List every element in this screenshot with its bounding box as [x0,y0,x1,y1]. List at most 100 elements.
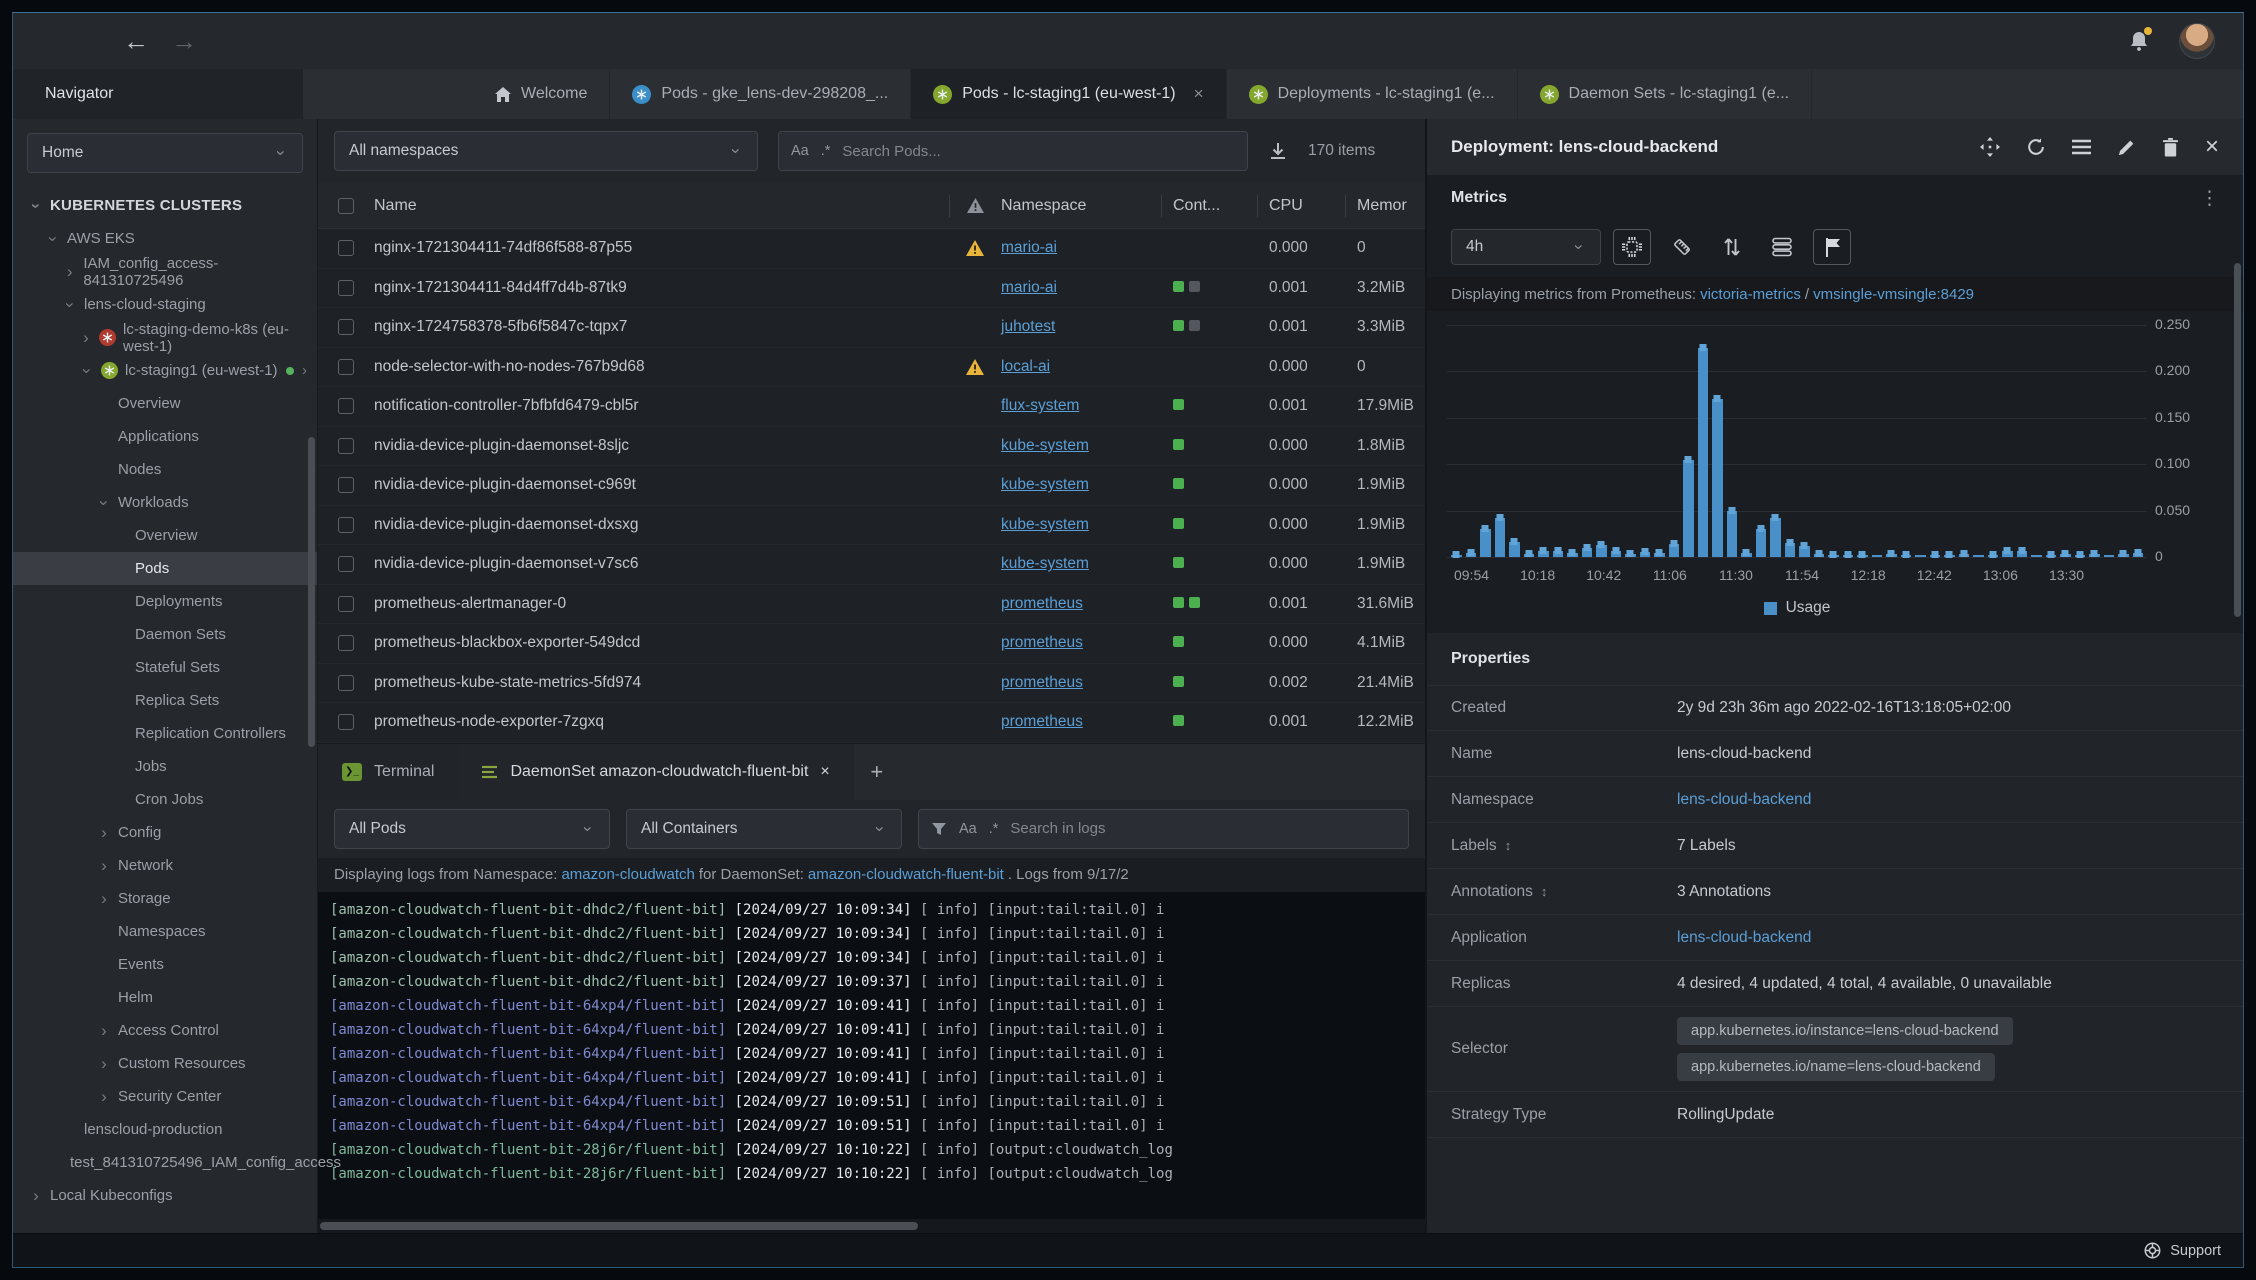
chart-bar[interactable] [1842,325,1853,558]
namespace-link[interactable]: kube-system [1001,516,1089,533]
namespace-link[interactable]: amazon-cloudwatch [561,866,694,883]
sidebar-item-namespaces[interactable]: Namespaces [13,915,317,948]
chart-legend[interactable]: Usage [1447,589,2147,627]
namespace-link[interactable]: prometheus [1001,634,1083,651]
prometheus-link[interactable]: victoria-metrics [1700,286,1801,303]
navigator-tab[interactable]: Navigator [13,69,303,119]
chart-bar[interactable] [1494,325,1505,557]
sidebar-item-lc-staging1-eu-west-1-[interactable]: › lc-staging1 (eu-west-1) › [13,354,317,387]
chart-bar[interactable] [2132,325,2143,557]
row-checkbox[interactable] [338,319,354,336]
sidebar-item-deployments[interactable]: Deployments [13,585,317,618]
column-header-memory[interactable]: Memor [1345,197,1425,215]
sidebar-item-iam-config-access-841310725496[interactable]: › IAM_config_access-841310725496 [13,255,317,289]
chart-bar[interactable] [1958,325,1969,558]
sidebar-item-local-kubeconfigs[interactable]: › Local Kubeconfigs [13,1179,317,1212]
chart-bar[interactable] [2089,325,2100,558]
refresh-icon[interactable] [2026,137,2046,157]
dock-tab-terminal[interactable]: ❯_ Terminal [318,743,459,800]
chart-bar[interactable] [1741,325,1752,557]
notifications-bell-icon[interactable] [2127,27,2152,53]
chart-bar[interactable] [1871,325,1882,557]
close-panel-icon[interactable]: × [2205,133,2219,161]
sidebar-item-storage[interactable]: › Storage [13,882,317,915]
namespace-link[interactable]: flux-system [1001,397,1079,414]
sidebar-item-access-control[interactable]: › Access Control [13,1014,317,1047]
column-header-name[interactable]: Name [374,197,949,215]
chart-bar[interactable] [1567,325,1578,557]
chart-bar[interactable] [1929,325,1940,558]
match-case-icon[interactable]: Aa [791,143,809,159]
chart-bar[interactable] [2060,325,2071,558]
kebab-menu-icon[interactable]: ⋮ [2200,187,2219,210]
namespace-link[interactable]: juhotest [1001,318,1055,335]
sort-arrows-icon[interactable]: ↕ [1505,838,1512,853]
selector-chip[interactable]: app.kubernetes.io/instance=lens-cloud-ba… [1677,1017,2013,1045]
logs-horizontal-scrollbar[interactable] [318,1219,1425,1233]
chart-bar[interactable] [1784,325,1795,557]
sidebar-item-helm[interactable]: Helm [13,981,317,1014]
move-panel-icon[interactable] [1979,137,2000,157]
sidebar-item-replica-sets[interactable]: Replica Sets [13,684,317,717]
chart-bar[interactable] [1697,325,1708,557]
namespace-link[interactable]: local-ai [1001,358,1050,375]
close-icon[interactable]: × [1194,84,1204,104]
sidebar-item-pods[interactable]: Pods [13,552,317,585]
chart-bar[interactable] [1538,325,1549,557]
sidebar-scrollbar[interactable] [308,189,315,1223]
property-value-link[interactable]: lens-cloud-backend [1677,791,1811,809]
namespace-link[interactable]: mario-ai [1001,239,1057,256]
download-icon[interactable] [1268,141,1288,161]
menu-lines-icon[interactable] [2071,139,2091,155]
row-checkbox[interactable] [338,477,354,494]
chart-bar[interactable] [1683,325,1694,557]
support-button[interactable]: Support [2144,1242,2221,1259]
row-checkbox[interactable] [338,516,354,533]
row-checkbox[interactable] [338,635,354,652]
chart-bar[interactable] [2045,325,2056,558]
log-output[interactable]: [amazon-cloudwatch-fluent-bit-dhdc2/flue… [318,891,1425,1219]
chart-bar[interactable] [1857,325,1868,558]
back-arrow-icon[interactable]: ← [123,26,149,57]
table-row[interactable]: nvidia-device-plugin-daemonset-dxsxg kube… [318,506,1425,545]
daemonset-link[interactable]: amazon-cloudwatch-fluent-bit [808,866,1004,883]
chart-bar[interactable] [1509,325,1520,557]
select-all-checkbox[interactable] [338,197,354,214]
chart-bar[interactable] [1596,325,1607,557]
chart-bar[interactable] [1726,325,1737,557]
chart-bar[interactable] [1625,325,1636,558]
column-header-cpu[interactable]: CPU [1257,197,1345,215]
logs-search-input[interactable] [1010,820,1396,837]
sidebar-item-security-center[interactable]: › Security Center [13,1080,317,1113]
row-checkbox[interactable] [338,556,354,573]
namespace-link[interactable]: mario-ai [1001,279,1057,296]
chart-bar[interactable] [1654,325,1665,557]
edit-pencil-icon[interactable] [2117,138,2136,157]
prometheus-endpoint-link[interactable]: vmsingle-vmsingle:8429 [1813,286,1974,303]
row-checkbox[interactable] [338,398,354,415]
chart-bar[interactable] [1973,325,1984,557]
namespace-link[interactable]: prometheus [1001,713,1083,730]
sidebar-item-network[interactable]: › Network [13,849,317,882]
sidebar-item-lc-staging-demo-k8s-eu-west-1-[interactable]: › lc-staging-demo-k8s (eu-west-1) [13,321,317,355]
sidebar-item-nodes[interactable]: Nodes [13,453,317,486]
time-range-select[interactable]: 4h › [1451,229,1601,265]
tab-pods-gke-lens-dev-298208-[interactable]: Pods - gke_lens-dev-298208_... [610,69,912,119]
table-row[interactable]: nvidia-device-plugin-daemonset-c969t kube… [318,466,1425,506]
chart-bar[interactable] [1813,325,1824,558]
chart-bar[interactable] [2103,325,2114,557]
flag-icon[interactable] [1813,229,1851,265]
chart-bar[interactable] [2074,325,2085,558]
selector-chip[interactable]: app.kubernetes.io/name=lens-cloud-backen… [1677,1053,1995,1081]
sidebar-item-lens-cloud-staging[interactable]: › lens-cloud-staging [13,288,317,321]
sort-arrows-icon[interactable]: ↕ [1541,884,1548,899]
chart-bar[interactable] [1915,325,1926,557]
tab-daemon-sets-lc-staging1-e-[interactable]: Daemon Sets - lc-staging1 (e... [1518,69,1813,119]
chart-bar[interactable] [2002,325,2013,557]
column-header-namespace[interactable]: Namespace [1001,197,1161,215]
table-row[interactable]: prometheus-kube-state-metrics-5fd974 prom… [318,664,1425,703]
table-row[interactable]: nvidia-device-plugin-daemonset-8sljc kube… [318,427,1425,466]
property-value-link[interactable]: lens-cloud-backend [1677,929,1811,947]
chart-bar[interactable] [1944,325,1955,558]
column-header-warnings[interactable] [949,197,1001,214]
